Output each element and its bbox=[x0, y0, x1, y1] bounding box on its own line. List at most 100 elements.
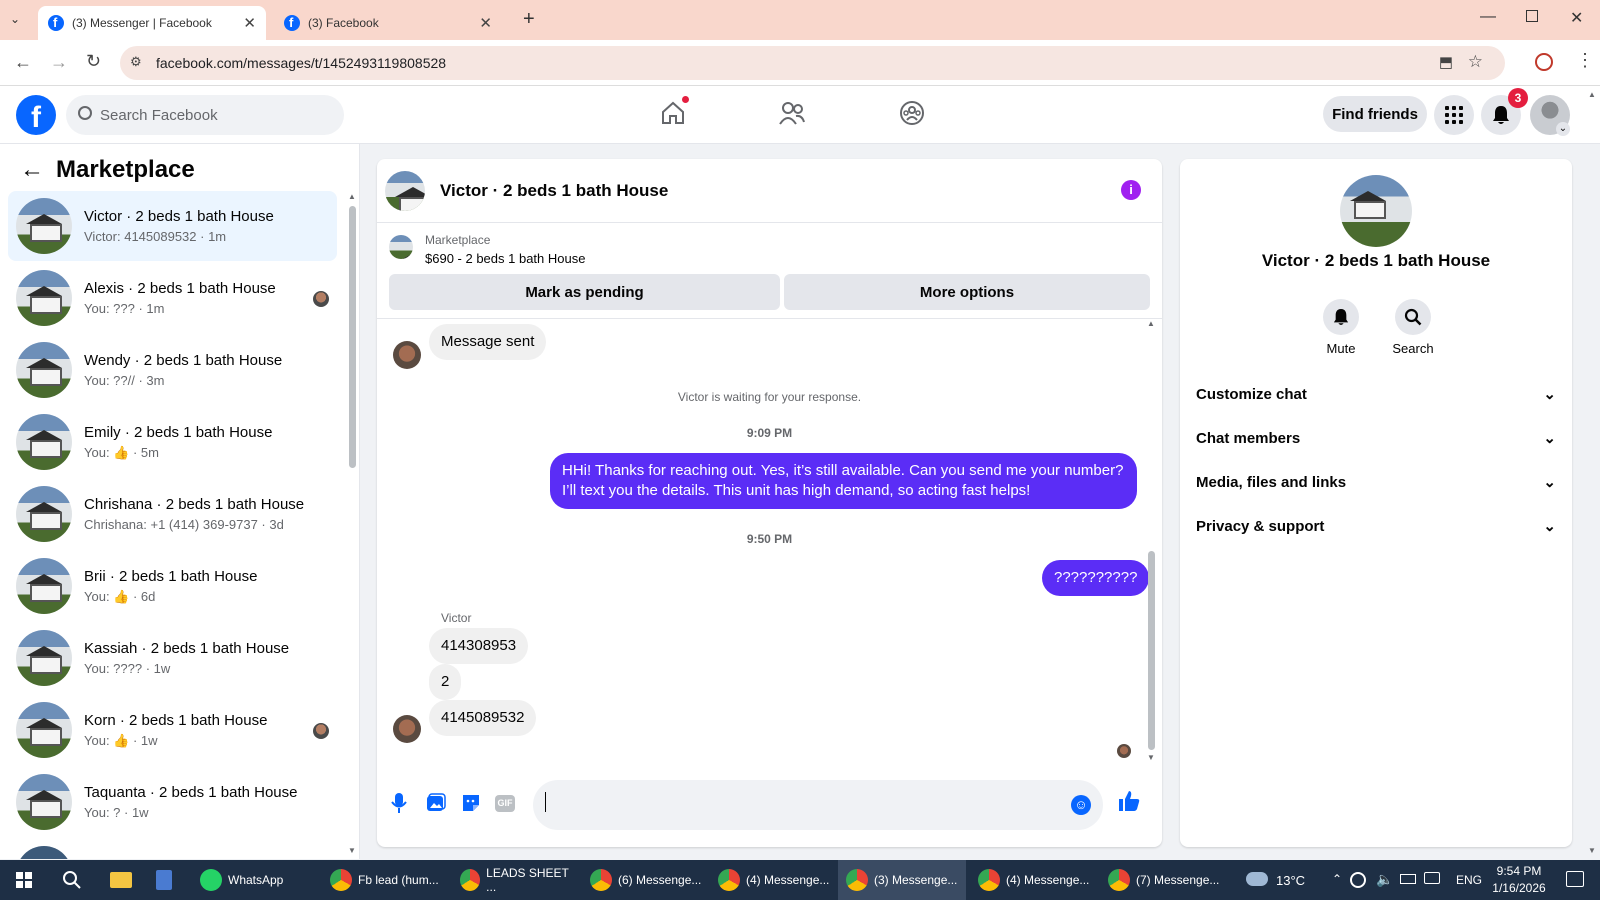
file-explorer-icon[interactable] bbox=[110, 872, 132, 888]
taskbar-item[interactable]: Fb lead (hum... bbox=[322, 860, 444, 900]
close-window-button[interactable]: ✕ bbox=[1570, 8, 1583, 28]
chat-scrollbar[interactable] bbox=[1148, 551, 1155, 750]
restore-button[interactable] bbox=[1526, 10, 1538, 22]
home-icon[interactable] bbox=[660, 96, 689, 126]
profile-avatar[interactable] bbox=[1340, 175, 1412, 247]
battery-icon[interactable] bbox=[1400, 874, 1416, 884]
privacy-support-section[interactable]: Privacy & support ⌄ bbox=[1196, 517, 1556, 536]
taskbar-item[interactable]: LEADS SHEET ... bbox=[452, 860, 574, 900]
url-input[interactable]: ⚙ facebook.com/messages/t/14524931198085… bbox=[120, 46, 1505, 80]
chat-scroll-down-icon[interactable]: ▼ bbox=[1147, 753, 1155, 762]
find-friends-button[interactable]: Find friends bbox=[1323, 96, 1427, 132]
windows-start-icon[interactable] bbox=[16, 872, 32, 888]
volume-icon[interactable]: 🔈 bbox=[1376, 871, 1393, 888]
taskbar-item-active[interactable]: (3) Messenge... bbox=[838, 860, 966, 900]
reload-icon[interactable]: ↻ bbox=[86, 51, 101, 72]
close-tab-icon[interactable]: ✕ bbox=[479, 14, 492, 32]
clock-time[interactable]: 9:54 PM bbox=[1492, 864, 1546, 878]
microphone-icon[interactable] bbox=[391, 793, 407, 813]
section-label: Customize chat bbox=[1196, 385, 1307, 403]
new-tab-button[interactable]: + bbox=[523, 8, 535, 31]
chrome-icon bbox=[978, 869, 1000, 891]
minimize-button[interactable]: — bbox=[1480, 8, 1496, 26]
tab-facebook[interactable]: (3) Facebook ✕ bbox=[274, 6, 502, 40]
install-app-icon[interactable]: ⬒ bbox=[1439, 53, 1453, 71]
site-info-icon[interactable]: ⚙ bbox=[130, 54, 142, 70]
conversation-item[interactable]: Emily · 2 beds 1 bath House You: 👍 · 5m bbox=[8, 407, 337, 477]
back-arrow-icon[interactable]: ← bbox=[20, 156, 44, 184]
temperature[interactable]: 13°C bbox=[1276, 873, 1305, 888]
chat-title[interactable]: Victor · 2 beds 1 bath House bbox=[440, 181, 668, 201]
account-chevron-icon[interactable]: ⌄ bbox=[1556, 122, 1570, 136]
clock-date[interactable]: 1/16/2026 bbox=[1486, 881, 1552, 895]
profile-icon[interactable] bbox=[1535, 53, 1553, 71]
photo-icon[interactable] bbox=[426, 793, 446, 813]
menu-grid-icon[interactable] bbox=[1434, 95, 1474, 135]
waiting-notice: Victor is waiting for your response. bbox=[677, 390, 862, 404]
taskbar-item[interactable]: (4) Messenge... bbox=[970, 860, 1092, 900]
sidebar-scroll-down-icon[interactable]: ▼ bbox=[348, 846, 356, 855]
facebook-logo-icon[interactable]: f bbox=[16, 95, 56, 135]
friends-icon[interactable] bbox=[778, 100, 806, 126]
conversation-item[interactable]: Victor · 2 beds 1 bath House Victor: 4145… bbox=[8, 191, 337, 261]
taskbar-item[interactable]: WhatsApp bbox=[192, 860, 312, 900]
gif-icon[interactable]: GIF bbox=[495, 795, 515, 812]
conversation-item[interactable]: Chrishana · 2 beds 1 bath House Chrishana… bbox=[8, 479, 337, 549]
taskbar-item[interactable]: (4) Messenge... bbox=[710, 860, 832, 900]
tab-title: (3) Facebook bbox=[308, 16, 379, 30]
conversation-preview: Victor: 4145089532 · 1m bbox=[84, 229, 227, 244]
sidebar-scroll-up-icon[interactable]: ▲ bbox=[348, 192, 356, 201]
thumbs-up-like-icon[interactable] bbox=[1117, 789, 1141, 813]
seen-avatar bbox=[313, 723, 329, 739]
conversation-item[interactable]: Brii · 2 beds 1 bath House You: 👍 · 6d bbox=[8, 551, 337, 621]
groups-icon[interactable] bbox=[899, 100, 925, 126]
tab-messenger[interactable]: (3) Messenger | Facebook ✕ bbox=[38, 6, 266, 40]
customize-chat-section[interactable]: Customize chat ⌄ bbox=[1196, 385, 1556, 404]
listing-avatar bbox=[16, 342, 72, 398]
search-input[interactable]: Search Facebook bbox=[66, 95, 344, 135]
listing-thumbnail[interactable] bbox=[389, 235, 413, 259]
taskbar-item[interactable]: (6) Messenge... bbox=[582, 860, 704, 900]
calculator-icon[interactable] bbox=[156, 870, 172, 890]
conversation-item[interactable]: Wendy · 2 beds 1 bath House You: ??// · 3… bbox=[8, 335, 337, 405]
notification-center-icon[interactable] bbox=[1566, 871, 1584, 887]
emoji-icon[interactable]: ☺ bbox=[1071, 795, 1091, 815]
close-tab-icon[interactable]: ✕ bbox=[243, 14, 256, 32]
page-scroll-down-icon[interactable]: ▼ bbox=[1588, 846, 1596, 855]
tray-chevron-up-icon[interactable]: ⌃ bbox=[1332, 872, 1342, 886]
chat-avatar[interactable] bbox=[385, 171, 425, 211]
conversation-item[interactable]: Alexis · 2 beds 1 bath House You: ??? · 1… bbox=[8, 263, 337, 333]
info-icon[interactable]: i bbox=[1121, 180, 1141, 200]
language-indicator[interactable]: ENG bbox=[1456, 873, 1482, 887]
listing-price[interactable]: $690 - 2 beds 1 bath House bbox=[425, 251, 585, 266]
search-conversation-button[interactable]: Search bbox=[1385, 299, 1441, 356]
back-icon[interactable]: ← bbox=[14, 52, 32, 73]
whatsapp-tray-icon[interactable] bbox=[1350, 872, 1366, 888]
listing-label: Marketplace bbox=[425, 233, 491, 247]
conversation-preview: Chrishana: +1 (414) 369-9737 · 3d bbox=[84, 517, 284, 532]
more-options-button[interactable]: More options bbox=[784, 274, 1150, 310]
mark-pending-button[interactable]: Mark as pending bbox=[389, 274, 780, 310]
mute-label: Mute bbox=[1326, 341, 1356, 356]
browser-menu-icon[interactable]: ⋮ bbox=[1576, 50, 1594, 71]
chat-members-section[interactable]: Chat members ⌄ bbox=[1196, 429, 1556, 448]
forward-icon[interactable]: → bbox=[50, 52, 68, 73]
tab-list-dropdown-icon[interactable]: ⌄ bbox=[10, 12, 20, 26]
media-files-links-section[interactable]: Media, files and links ⌄ bbox=[1196, 473, 1556, 492]
mute-button[interactable]: Mute bbox=[1317, 299, 1365, 356]
bookmark-star-icon[interactable]: ☆ bbox=[1468, 52, 1483, 72]
conversation-item[interactable]: Kassiah · 2 beds 1 bath House You: ???? ·… bbox=[8, 623, 337, 693]
message-input[interactable]: ☺ bbox=[533, 780, 1103, 830]
weather-icon[interactable] bbox=[1246, 872, 1268, 886]
taskbar-search-icon[interactable] bbox=[62, 870, 82, 890]
sidebar-scrollbar[interactable] bbox=[349, 206, 356, 468]
sticker-icon[interactable] bbox=[461, 793, 481, 813]
taskbar-item[interactable]: (7) Messenge... bbox=[1100, 860, 1222, 900]
page-scroll-up-icon[interactable]: ▲ bbox=[1588, 90, 1596, 99]
conversation-item[interactable]: Taquanta · 2 beds 1 bath House You: ? · 1… bbox=[8, 767, 337, 837]
network-icon[interactable] bbox=[1424, 872, 1440, 884]
chat-scroll-up-icon[interactable]: ▲ bbox=[1147, 319, 1155, 328]
conversation-item[interactable]: Korn · 2 beds 1 bath House You: 👍 · 1w bbox=[8, 695, 337, 765]
sidebar-title: Marketplace bbox=[56, 156, 195, 183]
search-placeholder: Search Facebook bbox=[100, 106, 218, 124]
